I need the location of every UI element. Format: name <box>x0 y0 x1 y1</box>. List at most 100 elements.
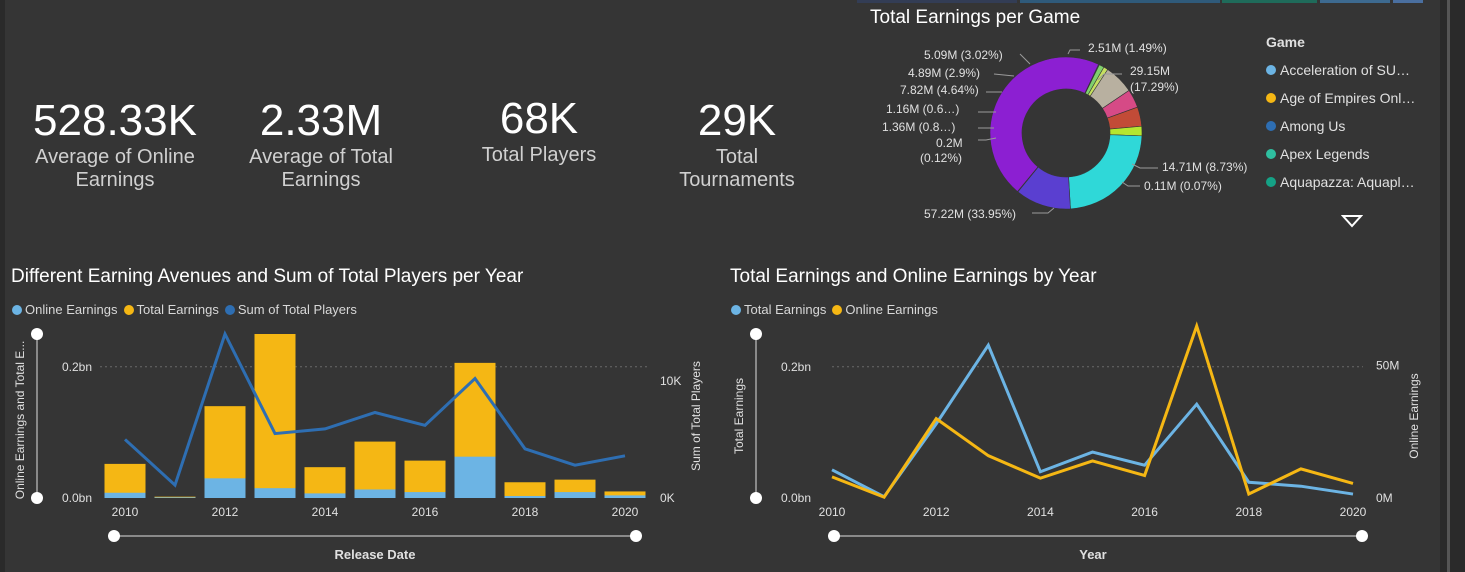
legend-dot-icon <box>1266 121 1276 131</box>
bar-online-earnings[interactable] <box>204 478 246 498</box>
kpi-label: Total <box>715 146 759 168</box>
x-slider-handle-left[interactable] <box>828 530 840 542</box>
leader-line <box>993 73 1015 77</box>
x-slider-handle-right[interactable] <box>630 530 642 542</box>
kpi-value: 68K <box>499 94 579 143</box>
y-tick-label: 0.0bn <box>781 491 811 505</box>
y-slider-handle-bottom[interactable] <box>31 492 43 504</box>
legend-item[interactable]: Total Earnings <box>731 302 826 317</box>
pie-slice-label: 14.71M (8.73%) <box>1162 160 1247 174</box>
legend-dot-icon <box>1266 65 1276 75</box>
kpi-value: 528.33K <box>33 96 197 145</box>
y-slider-handle-top[interactable] <box>31 328 43 340</box>
online-earnings-line[interactable] <box>831 321 1354 500</box>
bar-online-earnings[interactable] <box>304 493 346 498</box>
legend-label: Online Earnings <box>25 302 118 317</box>
legend-dot-icon <box>1266 149 1276 159</box>
x-tick-label: 2016 <box>412 505 439 519</box>
pie-legend: Game Acceleration of SU… Age of Empires … <box>1266 34 1415 196</box>
bar-online-earnings[interactable] <box>504 496 546 498</box>
leader-line <box>1121 181 1140 187</box>
legend-label: Total Earnings <box>744 302 827 317</box>
right-scroll-track[interactable] <box>1440 0 1465 572</box>
right-frame-line <box>1447 0 1450 572</box>
pie-slice-label: 5.09M (3.02%) <box>924 48 1003 62</box>
pie-slice-label: (17.29%) <box>1130 80 1179 94</box>
leader-line <box>1067 49 1080 55</box>
y-slider-handle-top[interactable] <box>750 328 762 340</box>
pie-chart[interactable]: 2.51M (1.49%) 29.15M (17.29%) 14.71M (8.… <box>860 30 1260 230</box>
bar-online-earnings[interactable] <box>454 456 496 498</box>
legend-dot-icon <box>224 304 235 315</box>
pie-slice-label: 4.89M (2.9%) <box>908 66 980 80</box>
pie-slice[interactable] <box>1068 134 1143 210</box>
legend-label: Total Earnings <box>136 302 219 317</box>
pie-chart-title: Total Earnings per Game <box>870 7 1081 28</box>
x-tick-label: 2014 <box>312 505 339 519</box>
kpi-label: Average of Total <box>249 146 393 168</box>
x-slider-handle-left[interactable] <box>108 530 120 542</box>
bar-online-earnings[interactable] <box>604 495 646 498</box>
y-axis-label: Total Earnings <box>732 378 746 454</box>
x-axis-label: Year <box>1079 547 1106 562</box>
top-strip <box>1393 0 1423 3</box>
y2-axis-label: Sum of Total Players <box>689 361 703 471</box>
leader-line <box>1032 207 1055 214</box>
bar-total-earnings[interactable] <box>504 482 546 498</box>
pie-legend-item[interactable]: Age of Empires Onl… <box>1266 84 1415 112</box>
bar-online-earnings[interactable] <box>154 497 196 498</box>
pie-slice-label: 0.11M (0.07%) <box>1144 179 1222 193</box>
x-tick-label: 2020 <box>1340 505 1367 519</box>
bar-online-earnings[interactable] <box>254 488 296 498</box>
legend-dot-icon <box>12 304 22 315</box>
bar-total-earnings[interactable] <box>304 467 346 498</box>
kpi-average-online-earnings: 528.33K Average of Online Earnings <box>10 96 220 192</box>
pie-legend-item[interactable]: Among Us <box>1266 112 1415 140</box>
y2-tick-label: 10K <box>660 374 681 388</box>
pie-legend-label: Age of Empires Onl… <box>1280 90 1416 106</box>
x-tick-label: 2014 <box>1027 505 1054 519</box>
legend-scroll-down-icon[interactable] <box>1341 214 1363 228</box>
pie-legend-label: Aquapazza: Aquapl… <box>1280 174 1415 190</box>
bar-online-earnings[interactable] <box>104 492 146 498</box>
legend-item[interactable]: Online Earnings <box>12 302 118 317</box>
bar-line-chart[interactable]: Online Earnings and Total E... Sum of To… <box>0 320 720 572</box>
kpi-label: Average of Online <box>35 146 195 168</box>
kpi-label: Earnings <box>75 169 155 191</box>
leader-line <box>1131 163 1158 169</box>
pie-legend-item[interactable]: Aquapazza: Aquapl… <box>1266 168 1415 196</box>
y-slider-handle-bottom[interactable] <box>750 492 762 504</box>
x-tick-label: 2018 <box>1235 505 1262 519</box>
bar-online-earnings[interactable] <box>404 492 446 498</box>
pie-slice-label: (0.12%) <box>920 151 962 165</box>
total-earnings-line[interactable] <box>831 341 1354 499</box>
y2-axis-label: Online Earnings <box>1407 373 1421 458</box>
top-strip <box>857 0 1017 3</box>
x-slider-handle-right[interactable] <box>1356 530 1368 542</box>
y-tick-label: 0.0bn <box>62 491 92 505</box>
top-strip <box>1320 0 1390 3</box>
x-tick-label: 2010 <box>819 505 846 519</box>
bar-chart-title: Different Earning Avenues and Sum of Tot… <box>11 266 524 287</box>
pie-slice-label: 57.22M (33.95%) <box>924 207 1016 221</box>
top-strip <box>1222 0 1317 3</box>
pie-legend-title: Game <box>1266 34 1305 50</box>
kpi-total-tournaments: 29K Total Tournaments <box>632 96 842 192</box>
pie-legend-item[interactable]: Acceleration of SU… <box>1266 56 1415 84</box>
bar-online-earnings[interactable] <box>554 492 596 498</box>
pie-slice-label: 1.36M (0.8…) <box>882 120 955 134</box>
legend-label: Sum of Total Players <box>237 302 357 317</box>
pie-legend-item[interactable]: Apex Legends <box>1266 140 1415 168</box>
kpi-label: Tournaments <box>679 169 795 191</box>
legend-label: Online Earnings <box>845 302 938 317</box>
y-tick-label: 0.2bn <box>781 360 811 374</box>
leader-line <box>1019 53 1031 65</box>
dual-line-chart[interactable]: Total Earnings Online Earnings Year 0.0b… <box>720 320 1440 572</box>
bar-online-earnings[interactable] <box>354 489 396 498</box>
pie-slice-label: 29.15M <box>1130 64 1170 78</box>
legend-item[interactable]: Sum of Total Players <box>224 302 357 317</box>
legend-item[interactable]: Total Earnings <box>123 302 219 317</box>
bar-chart-legend: Online Earnings Total Earnings Sum of To… <box>12 302 363 317</box>
bar-total-earnings[interactable] <box>254 334 296 498</box>
legend-item[interactable]: Online Earnings <box>832 302 938 317</box>
